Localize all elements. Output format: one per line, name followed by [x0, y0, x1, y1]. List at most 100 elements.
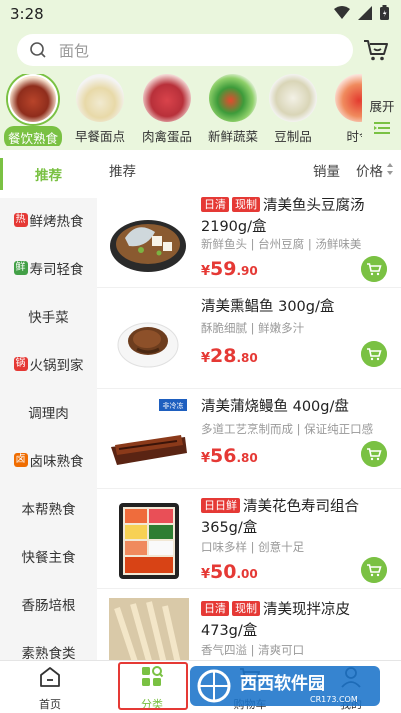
- search-icon: [30, 42, 46, 58]
- badge-daily: 日清: [201, 197, 229, 212]
- sidebar-item-label: 本帮熟食: [21, 502, 76, 518]
- product-item[interactable]: 非冷冻 清美蒲烧鳗鱼 400g/盘 多道工艺烹制而成 | 保证纯正口感 ¥56.…: [97, 389, 401, 489]
- category-item-seasonal[interactable]: 时令: [326, 74, 362, 145]
- product-item[interactable]: 日清 现制 清美现拌凉皮473g/盒 香气四溢 | 清爽可口: [97, 590, 401, 660]
- product-title: 清美蒲烧鳗鱼 400g/盘: [201, 397, 387, 418]
- sidebar-item-label: 调理肉: [28, 406, 69, 422]
- category-item-meat[interactable]: 肉禽蛋品: [134, 74, 200, 145]
- price-currency: ¥: [201, 567, 211, 582]
- product-subtitle: 香气四溢 | 清爽可口: [201, 643, 305, 657]
- product-image: 非冷冻: [111, 399, 187, 465]
- tab-home[interactable]: 首页: [20, 665, 80, 712]
- sidebar-item-label: 香肠培根: [21, 598, 76, 614]
- home-icon: [40, 667, 60, 687]
- sort-bar: 推荐 销量 价格: [97, 150, 401, 188]
- category-label: 餐饮熟食: [3, 126, 62, 146]
- category-label: 新鲜蔬菜: [207, 129, 258, 144]
- product-image: [110, 220, 186, 272]
- sidebar-item-recommend[interactable]: 推荐: [0, 150, 97, 198]
- product-subtitle: 酥脆细腻 | 鲜嫩多汁: [201, 321, 305, 335]
- product-image: [119, 503, 179, 579]
- watermark-url: CR173.COM: [310, 695, 358, 704]
- product-item[interactable]: 日日鲜 清美花色寿司组合365g/盒 口味多样 | 创意十足 ¥50.00: [97, 489, 401, 589]
- image-tag-text: 非冷冻: [163, 401, 184, 410]
- category-image: [8, 74, 58, 124]
- price-integer: 56: [210, 445, 237, 467]
- hot-tag-icon: 热: [13, 213, 28, 227]
- sidebar-item-hotpot[interactable]: 锅火锅到家: [0, 340, 97, 388]
- price-currency: ¥: [201, 264, 211, 279]
- price-decimal: .00: [236, 567, 258, 581]
- add-to-cart-icon[interactable]: [361, 557, 387, 583]
- sidebar-item-label: 快餐主食: [21, 550, 76, 566]
- category-item-breakfast[interactable]: 早餐面点: [67, 74, 133, 145]
- sort-price[interactable]: 价格: [356, 160, 383, 180]
- category-image: [269, 74, 317, 122]
- sort-arrows-icon: [387, 163, 393, 175]
- sidebar-item-label: 鲜烤热食: [29, 214, 84, 230]
- price-decimal: .80: [236, 451, 258, 465]
- category-item-cooked-food[interactable]: 餐饮熟食: [0, 74, 66, 146]
- sidebar-item-shanghai[interactable]: 本帮熟食: [0, 484, 97, 532]
- category-label: 早餐面点: [74, 129, 125, 144]
- price-integer: 50: [210, 561, 237, 583]
- sort-sales[interactable]: 销量: [313, 160, 340, 180]
- sidebar-item-braised[interactable]: 卤卤味熟食: [0, 436, 97, 484]
- category-image: [335, 74, 362, 122]
- price-integer: 28: [210, 345, 237, 367]
- category-image: [143, 74, 191, 122]
- add-to-cart-icon[interactable]: [361, 256, 387, 282]
- category-strip: 餐饮熟食 早餐面点 肉禽蛋品 新鲜蔬菜 豆制品 时令: [0, 74, 362, 146]
- product-subtitle: 新鲜鱼头 | 台州豆腐 | 汤鲜味美: [201, 237, 362, 251]
- watermark-text: 西西软件园: [240, 673, 325, 694]
- price-currency: ¥: [201, 451, 211, 466]
- price-currency: ¥: [201, 351, 211, 366]
- price-integer: 59: [210, 258, 237, 280]
- product-title-text: 清美熏鲳鱼 300g/盒: [201, 299, 335, 315]
- product-title: 日清 现制 清美现拌凉皮473g/盒: [201, 600, 387, 642]
- product-item[interactable]: 日清 现制 清美鱼头豆腐汤2190g/盒 新鲜鱼头 | 台州豆腐 | 汤鲜味美 ¥5…: [97, 188, 401, 288]
- badge-daily: 日清: [201, 601, 229, 616]
- cart-icon[interactable]: [363, 38, 389, 62]
- sidebar-item-label: 火锅到家: [29, 358, 84, 374]
- status-time: 3:28: [10, 5, 44, 23]
- product-price: ¥28.80: [201, 345, 258, 367]
- sidebar-item-quick-dish[interactable]: 快手菜: [0, 292, 97, 340]
- product-subtitle: 口味多样 | 创意十足: [201, 540, 305, 554]
- sidebar-item-sausage[interactable]: 香肠培根: [0, 580, 97, 628]
- product-price: ¥50.00: [201, 561, 258, 583]
- product-image: [109, 598, 189, 660]
- app-root: 3:28 面包 餐饮熟食 早餐面点 肉禽蛋品 新鲜蔬菜 豆制品 时 展开 推荐 …: [0, 0, 401, 713]
- fresh-tag-icon: 鲜: [13, 261, 28, 275]
- sidebar-item-staple[interactable]: 快餐主食: [0, 532, 97, 580]
- category-item-vegetables[interactable]: 新鲜蔬菜: [200, 74, 266, 145]
- sidebar-item-label: 寿司轻食: [29, 262, 84, 278]
- wifi-icon: [334, 5, 350, 19]
- add-to-cart-icon[interactable]: [361, 441, 387, 467]
- expand-categories-button[interactable]: 展开: [363, 74, 401, 146]
- badge-fresh-made: 现制: [232, 197, 260, 212]
- watermark-logo: 西西软件园 CR173.COM: [190, 666, 380, 706]
- category-item-tofu[interactable]: 豆制品: [260, 74, 326, 145]
- badge-fresh-made: 现制: [232, 601, 260, 616]
- category-image: [209, 74, 257, 122]
- sort-recommend[interactable]: 推荐: [109, 160, 136, 180]
- product-price: ¥56.80: [201, 445, 258, 467]
- category-label: 豆制品: [274, 129, 312, 144]
- sidebar-item-roast[interactable]: 热鲜烤热食: [0, 196, 97, 244]
- sidebar-item-marinated-meat[interactable]: 调理肉: [0, 388, 97, 436]
- sidebar-item-label: 快手菜: [28, 310, 69, 326]
- product-image: [117, 322, 179, 368]
- status-icons: [334, 5, 389, 20]
- sidebar-item-label: 卤味熟食: [29, 454, 84, 470]
- tab-highlight-box: [118, 662, 188, 710]
- tab-label: 首页: [39, 698, 61, 711]
- price-decimal: .90: [236, 264, 258, 278]
- add-to-cart-icon[interactable]: [361, 341, 387, 367]
- product-item[interactable]: 清美熏鲳鱼 300g/盒 酥脆细腻 | 鲜嫩多汁 ¥28.80: [97, 289, 401, 389]
- search-placeholder: 面包: [59, 41, 90, 60]
- category-label: 肉禽蛋品: [141, 129, 192, 144]
- search-bar[interactable]: 面包: [17, 34, 353, 66]
- sidebar-item-sushi[interactable]: 鲜寿司轻食: [0, 244, 97, 292]
- signal-icon: [358, 5, 372, 20]
